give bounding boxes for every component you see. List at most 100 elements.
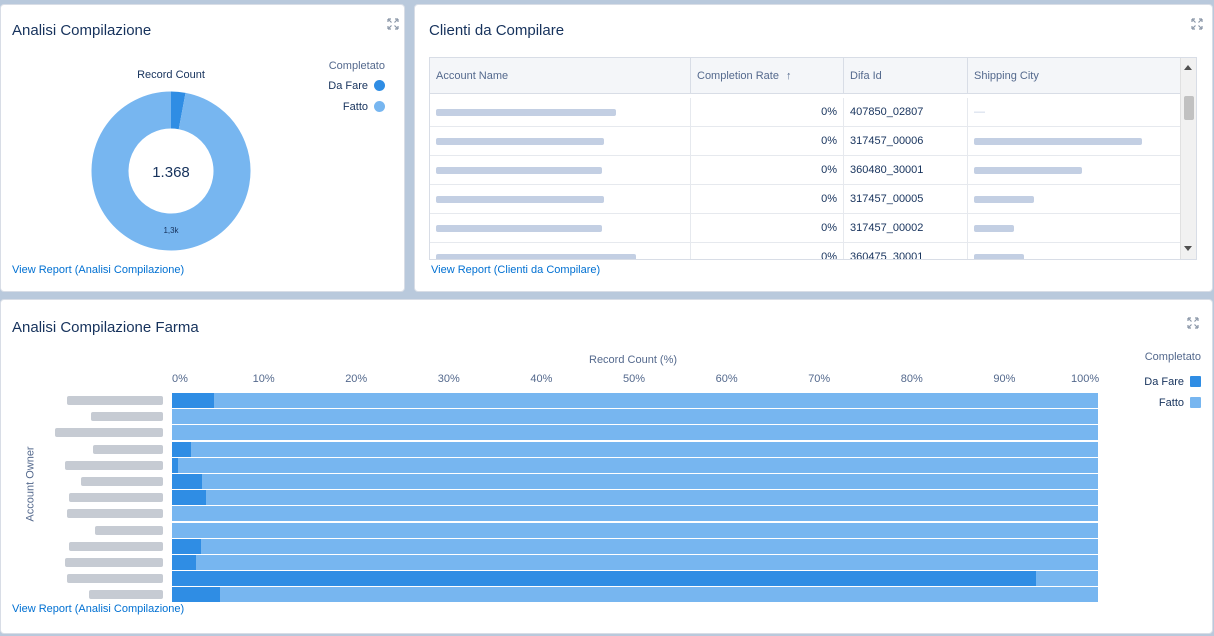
bar-row: [172, 506, 1098, 522]
y-category-label: [69, 493, 163, 503]
bar-segment-fatto[interactable]: [200, 538, 1098, 554]
view-report-link[interactable]: View Report (Clienti da Compilare): [431, 264, 600, 276]
table-row[interactable]: 0% 317457_00006: [430, 127, 1182, 156]
bar-row: [172, 538, 1098, 554]
shipping-city-cell: [968, 185, 1182, 214]
legend-item-da-fare: Da Fare: [328, 80, 385, 92]
account-name-cell: [430, 156, 691, 185]
data-table: Account Name Completion Rate ↑ Difa Id S…: [429, 57, 1197, 260]
legend-swatch: [1190, 397, 1201, 408]
bar-segment-fatto[interactable]: [172, 409, 1098, 425]
analisi-compilazione-card: Analisi Compilazione Record Count 1.368 …: [0, 4, 405, 292]
account-name-cell: [430, 243, 691, 259]
donut-slice-label: 1,3k: [163, 226, 179, 235]
difa-id-cell: 407850_02807: [844, 98, 968, 127]
account-name-cell: [430, 214, 691, 243]
x-tick-label: 20%: [345, 373, 368, 385]
y-category-label: [93, 444, 163, 454]
legend-label: Fatto: [342, 101, 368, 113]
table-row[interactable]: 0% 360475_30001: [430, 243, 1182, 259]
legend-swatch: [374, 80, 385, 91]
expand-icon[interactable]: [1191, 18, 1203, 30]
scrollbar-thumb[interactable]: [1184, 96, 1194, 120]
bar-segment-da-fare[interactable]: [172, 538, 201, 554]
legend-item-da-fare: Da Fare: [1144, 376, 1201, 388]
bar-segment-da-fare[interactable]: [172, 571, 1036, 587]
shipping-city-cell: [968, 243, 1182, 259]
bar-row: [172, 393, 1098, 408]
legend-item-fatto: Fatto: [343, 101, 385, 113]
difa-id-cell: 317457_00006: [844, 127, 968, 156]
table-row[interactable]: 0% 407850_02807 —: [430, 98, 1182, 127]
account-name-cell: [430, 127, 691, 156]
y-category-label: [67, 574, 163, 584]
bar-segment-fatto[interactable]: [172, 425, 1098, 441]
completion-rate-cell: 0%: [691, 214, 844, 243]
view-report-link[interactable]: View Report (Analisi Compilazione): [12, 264, 184, 276]
bar-segment-fatto[interactable]: [206, 490, 1098, 506]
table-row[interactable]: 0% 360480_30001: [430, 156, 1182, 185]
shipping-city-cell: [968, 214, 1182, 243]
bar-row: [172, 441, 1098, 457]
x-tick-label: 50%: [623, 373, 646, 385]
scroll-up-arrow-icon[interactable]: [1184, 65, 1192, 70]
completion-rate-cell: 0%: [691, 98, 844, 127]
table-header: Account Name Completion Rate ↑ Difa Id S…: [430, 58, 1182, 94]
x-tick-label: 70%: [808, 373, 831, 385]
view-report-link[interactable]: View Report (Analisi Compilazione): [12, 603, 184, 615]
bar-row: [172, 571, 1098, 587]
bar-segment-fatto[interactable]: [178, 457, 1098, 473]
table-row[interactable]: 0% 317457_00005: [430, 185, 1182, 214]
table-row[interactable]: 0% 317457_00002: [430, 214, 1182, 243]
completion-rate-cell: 0%: [691, 243, 844, 259]
column-header-shipping-city[interactable]: Shipping City: [968, 58, 1182, 94]
expand-icon[interactable]: [1187, 317, 1199, 329]
bar-segment-fatto[interactable]: [196, 555, 1098, 570]
bar-segment-fatto[interactable]: [191, 441, 1098, 457]
x-tick-label: 80%: [900, 373, 923, 385]
bar-segment-da-fare[interactable]: [172, 490, 207, 506]
scroll-down-arrow-icon[interactable]: [1184, 246, 1192, 251]
bar-segment-fatto[interactable]: [213, 393, 1098, 408]
legend-label: Fatto: [1158, 397, 1184, 409]
x-tick-label: 90%: [993, 373, 1016, 385]
table-scrollbar[interactable]: [1180, 58, 1196, 259]
difa-id-cell: 360475_30001: [844, 243, 968, 259]
bar-segment-da-fare[interactable]: [172, 393, 214, 408]
bar-segment-fatto[interactable]: [1035, 571, 1098, 587]
column-header-account-name[interactable]: Account Name: [430, 58, 691, 94]
bar-segment-da-fare[interactable]: [172, 441, 192, 457]
shipping-city-cell: —: [974, 106, 985, 118]
y-category-label: [69, 541, 163, 551]
bar-segment-da-fare[interactable]: [172, 555, 197, 570]
bar-row: [172, 409, 1098, 425]
y-category-label: [91, 412, 163, 422]
legend-label: Da Fare: [1144, 376, 1184, 388]
bar-segment-fatto[interactable]: [201, 474, 1098, 489]
bar-segment-fatto[interactable]: [172, 506, 1098, 522]
bar-segment-fatto[interactable]: [172, 522, 1098, 538]
column-header-difa-id[interactable]: Difa Id: [844, 58, 968, 94]
column-header-label: Completion Rate: [697, 70, 779, 82]
expand-icon[interactable]: [387, 18, 399, 30]
bar-segment-da-fare[interactable]: [172, 587, 221, 603]
y-category-label: [55, 428, 163, 438]
card-title: Analisi Compilazione Farma: [12, 319, 199, 336]
difa-id-cell: 317457_00005: [844, 185, 968, 214]
column-header-completion-rate[interactable]: Completion Rate ↑: [691, 58, 844, 94]
account-name-cell: [430, 98, 691, 127]
donut-slice-da-fare[interactable]: [170, 91, 186, 130]
y-category-label: [65, 460, 163, 470]
legend-swatch: [1190, 376, 1201, 387]
y-category-label: [81, 477, 163, 486]
bar-segment-fatto[interactable]: [220, 587, 1098, 603]
legend-item-fatto: Fatto: [1159, 397, 1201, 409]
bar-row: [172, 587, 1098, 603]
y-category-label: [95, 525, 163, 535]
difa-id-cell: 317457_00002: [844, 214, 968, 243]
card-title: Analisi Compilazione: [12, 22, 152, 39]
bar-segment-da-fare[interactable]: [172, 474, 202, 489]
x-tick-label: 10%: [252, 373, 275, 385]
y-axis-label: Account Owner: [24, 446, 37, 522]
clienti-da-compilare-card: Clienti da Compilare Account Name Comple…: [414, 4, 1213, 292]
